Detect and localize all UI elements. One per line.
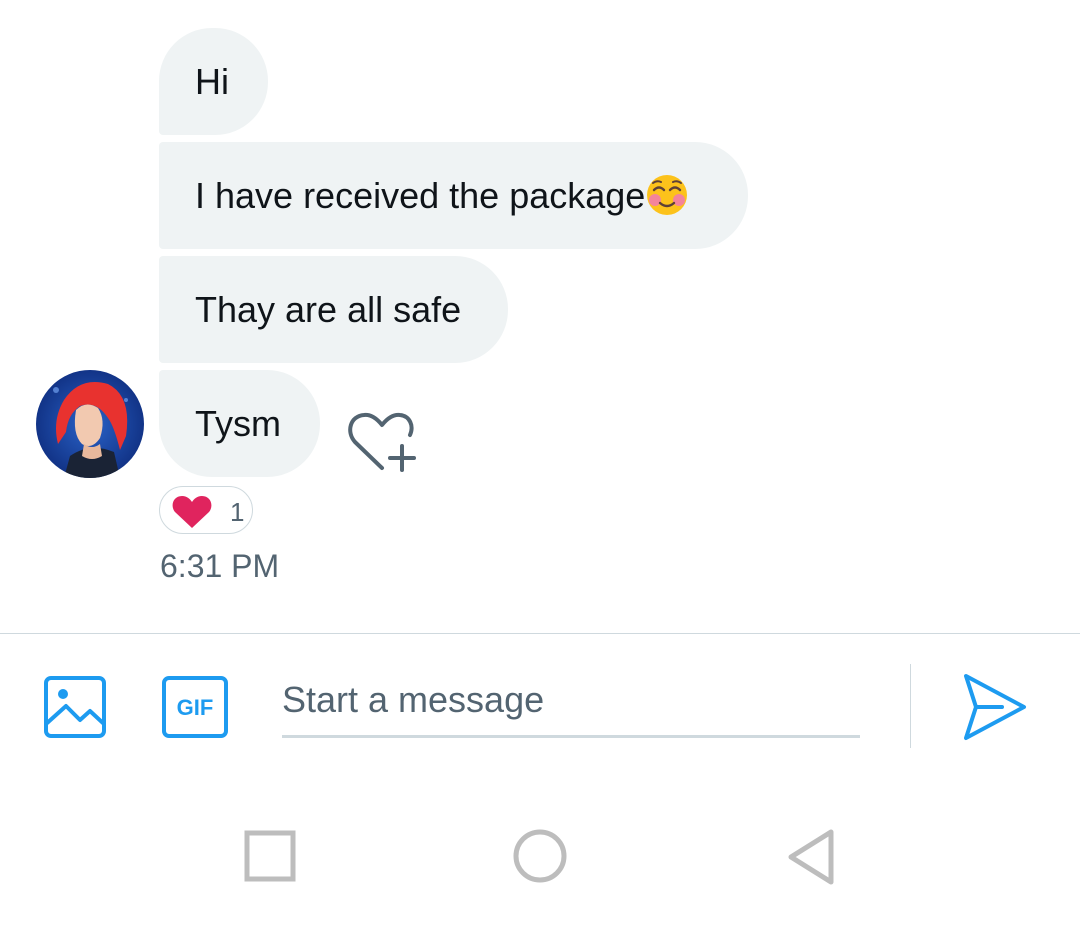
add-reaction-heart-icon[interactable]: [346, 410, 418, 474]
message-text: I have received the package: [195, 175, 646, 216]
recent-apps-icon[interactable]: [244, 830, 296, 882]
message-bubble[interactable]: Hi: [159, 28, 268, 135]
reaction-pill[interactable]: 1: [159, 486, 253, 534]
home-icon[interactable]: [512, 828, 568, 884]
dm-conversation-screen: Hi I have received the package Thay are …: [0, 0, 1080, 928]
gif-button[interactable]: GIF: [162, 676, 228, 738]
gif-label: GIF: [177, 695, 214, 720]
composer-divider: [0, 633, 1080, 634]
reaction-count: 1: [230, 497, 245, 527]
message-text: Tysm: [195, 403, 281, 444]
smiling-face-blush-emoji-icon: [647, 175, 688, 216]
back-icon[interactable]: [786, 828, 836, 886]
send-icon[interactable]: [962, 672, 1028, 742]
avatar-image: [36, 370, 144, 478]
composer-separator: [910, 664, 911, 748]
message-bubble[interactable]: Tysm: [159, 370, 320, 477]
message-text: Hi: [195, 61, 229, 102]
message-bubble[interactable]: I have received the package: [159, 142, 748, 249]
image-icon[interactable]: [44, 676, 106, 738]
message-text: Thay are all safe: [195, 289, 462, 330]
message-input[interactable]: [282, 664, 860, 738]
red-heart-icon: [172, 496, 212, 528]
message-bubble[interactable]: Thay are all safe: [159, 256, 508, 363]
gif-icon: GIF: [162, 676, 228, 738]
avatar[interactable]: [36, 370, 144, 478]
message-timestamp: 6:31 PM: [160, 548, 280, 584]
